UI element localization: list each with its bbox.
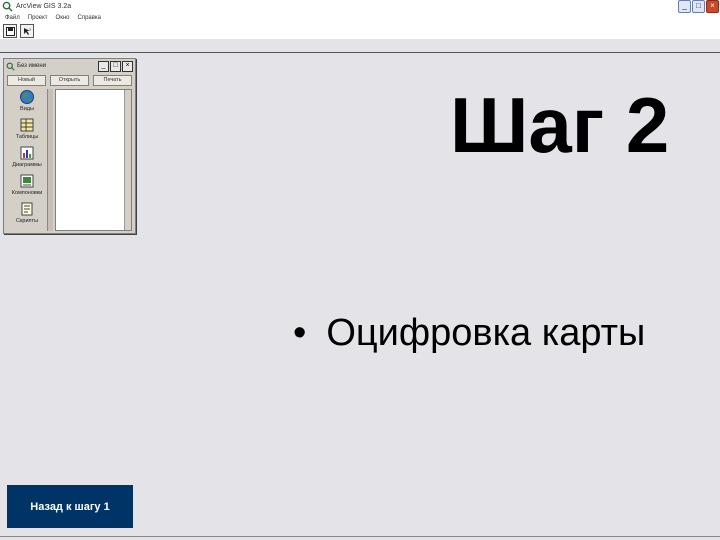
document-list[interactable]: [55, 89, 132, 231]
doc-type-label: Скрипты: [16, 218, 38, 224]
bullet-text: Оцифровка карты: [326, 311, 646, 354]
project-window-titlebar: Без имени _ □ ×: [4, 59, 135, 73]
help-pointer-icon: ?: [23, 27, 32, 35]
bullet-item: • Оцифровка карты: [293, 310, 645, 356]
menu-window[interactable]: Окно: [56, 15, 70, 21]
project-icon: [6, 62, 15, 71]
close-button[interactable]: ×: [706, 0, 719, 13]
toolbar: ?: [0, 23, 720, 39]
back-to-step-1-button[interactable]: Назад к шагу 1: [7, 485, 133, 528]
project-buttons: Новый Открыть Печать: [4, 73, 135, 86]
project-window-title: Без имени: [17, 63, 47, 69]
doc-type-tables[interactable]: Таблицы: [16, 117, 38, 145]
bottom-divider: [0, 536, 720, 537]
document-list-area: [56, 90, 124, 230]
minimize-button[interactable]: _: [678, 0, 691, 13]
doc-type-layouts[interactable]: Компоновки: [11, 173, 43, 201]
menu-project[interactable]: Проект: [28, 15, 48, 21]
app-title: ArcView GIS 3.2a: [16, 3, 72, 10]
menu-help[interactable]: Справка: [77, 15, 101, 21]
document-list-scrollbar[interactable]: [124, 90, 131, 230]
script-icon: [21, 202, 33, 216]
print-button[interactable]: Печать: [93, 75, 132, 86]
bullet-dot: •: [293, 311, 307, 354]
project-close-button[interactable]: ×: [122, 61, 133, 72]
save-button[interactable]: [3, 24, 17, 38]
doc-type-charts[interactable]: Диаграммы: [12, 145, 42, 173]
arcview-logo-icon: [2, 1, 13, 12]
menu-file[interactable]: Файл: [5, 15, 20, 21]
app-divider: [0, 52, 720, 53]
chart-icon: [20, 146, 34, 160]
svg-text:?: ?: [29, 27, 32, 32]
save-icon: [5, 26, 15, 36]
doc-type-scripts[interactable]: Скрипты: [16, 201, 38, 229]
open-button[interactable]: Открыть: [50, 75, 89, 86]
project-minimize-button[interactable]: _: [98, 61, 109, 72]
globe-icon: [20, 90, 34, 104]
doc-type-label: Диаграммы: [12, 162, 42, 168]
document-type-list: Виды Таблицы Диаграммы Компоновки Скрипт…: [7, 89, 47, 231]
table-icon: [20, 118, 34, 132]
doc-type-views[interactable]: Виды: [19, 89, 35, 117]
document-type-scrollbar[interactable]: [47, 89, 53, 231]
menubar: Файл Проект Окно Справка: [0, 13, 720, 23]
doc-type-label: Компоновки: [11, 190, 43, 196]
maximize-button[interactable]: □: [692, 0, 705, 13]
doc-type-label: Таблицы: [15, 134, 39, 140]
doc-type-label: Виды: [20, 106, 34, 112]
app-titlebar: ArcView GIS 3.2a _ □ ×: [0, 0, 720, 13]
layout-icon: [20, 174, 34, 188]
project-window[interactable]: Без имени _ □ × Новый Открыть Печать Вид…: [3, 58, 136, 234]
project-maximize-button[interactable]: □: [110, 61, 121, 72]
slide-title: Шаг 2: [450, 81, 670, 169]
new-button[interactable]: Новый: [7, 75, 46, 86]
help-pointer-button[interactable]: ?: [20, 24, 34, 38]
